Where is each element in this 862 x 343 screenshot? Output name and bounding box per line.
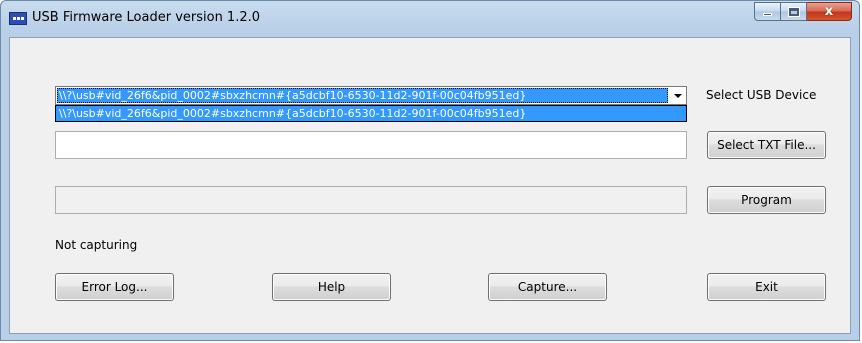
close-icon: x xyxy=(824,4,834,19)
main-window: USB Firmware Loader version 1.2.0 x \\?\… xyxy=(0,0,860,341)
usb-device-selected-value: \\?\usb#vid_26f6&pid_0002#sbxzhcmn#{a5dc… xyxy=(57,88,668,103)
txt-file-path-field[interactable] xyxy=(55,131,687,159)
usb-device-select[interactable]: \\?\usb#vid_26f6&pid_0002#sbxzhcmn#{a5dc… xyxy=(55,86,687,105)
select-usb-device-label: Select USB Device xyxy=(706,88,817,102)
exit-button[interactable]: Exit xyxy=(707,273,826,301)
close-button[interactable]: x xyxy=(807,2,852,21)
usb-device-option[interactable]: \\?\usb#vid_26f6&pid_0002#sbxzhcmn#{a5dc… xyxy=(56,106,686,121)
select-txt-file-button[interactable]: Select TXT File... xyxy=(707,131,826,159)
title-bar[interactable]: USB Firmware Loader version 1.2.0 x xyxy=(1,1,859,37)
maximize-icon xyxy=(787,6,800,17)
error-log-button[interactable]: Error Log... xyxy=(55,273,174,301)
help-button[interactable]: Help xyxy=(272,273,391,301)
capture-button[interactable]: Capture... xyxy=(488,273,607,301)
minimize-button[interactable] xyxy=(754,2,781,21)
dropdown-button[interactable] xyxy=(669,87,686,104)
chevron-down-icon xyxy=(673,93,682,98)
maximize-button[interactable] xyxy=(781,2,807,21)
program-button[interactable]: Program xyxy=(707,186,826,214)
app-icon[interactable] xyxy=(9,12,27,25)
window-title: USB Firmware Loader version 1.2.0 xyxy=(32,10,261,25)
capture-status-text: Not capturing xyxy=(55,238,138,252)
client-area: \\?\usb#vid_26f6&pid_0002#sbxzhcmn#{a5dc… xyxy=(9,37,851,334)
program-progress-field xyxy=(55,186,687,214)
usb-device-dropdown-list: \\?\usb#vid_26f6&pid_0002#sbxzhcmn#{a5dc… xyxy=(55,105,687,122)
minimize-icon xyxy=(763,13,772,16)
caption-buttons: x xyxy=(754,2,852,21)
